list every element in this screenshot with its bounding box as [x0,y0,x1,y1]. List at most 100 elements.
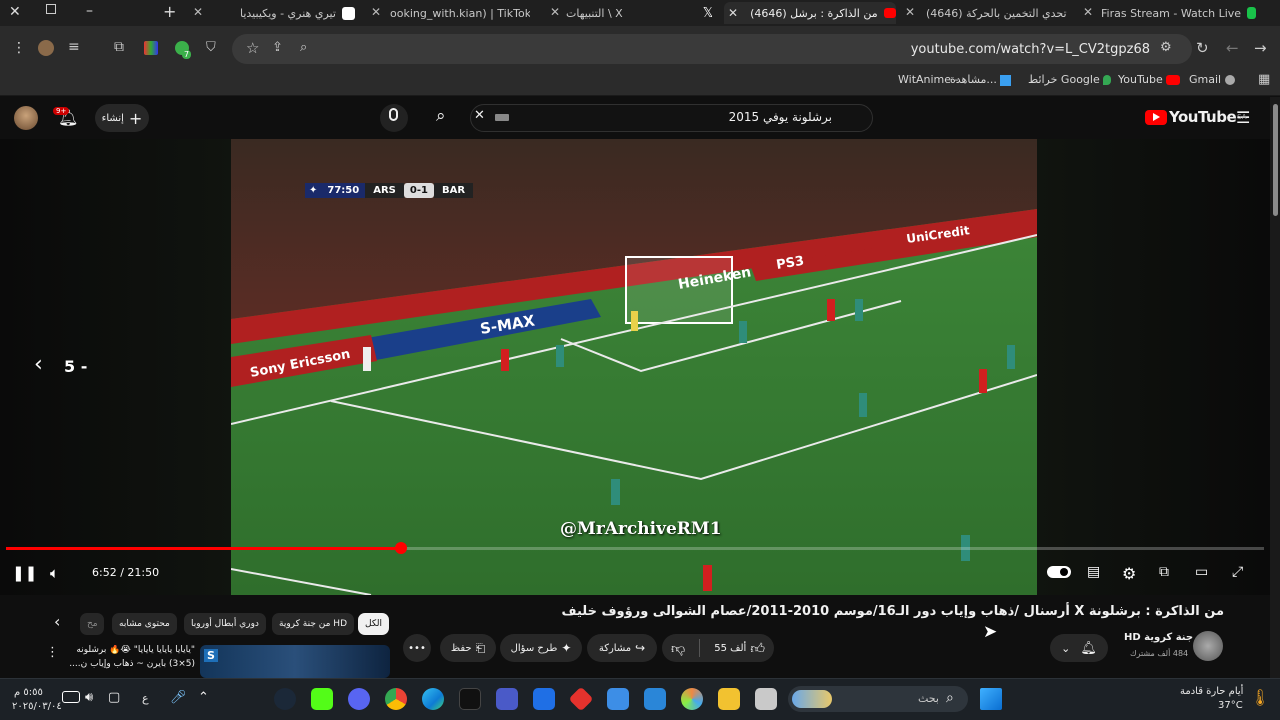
kick-icon[interactable] [311,688,333,710]
bookmark-star-icon[interactable]: ☆ [246,39,259,57]
cast-icon[interactable]: ▭ [1195,564,1208,580]
chip-partial[interactable]: مح [80,613,104,635]
channel-avatar[interactable] [1193,631,1223,661]
progress-scrubber[interactable] [395,542,407,554]
edge-icon[interactable] [422,688,444,710]
create-button[interactable]: إنشاء + [95,104,149,132]
save-button[interactable]: حفظ ⎗ [440,634,496,662]
share-page-icon[interactable]: ⇪ [272,40,283,55]
bookmark-watch[interactable]: مشاهدة... [950,73,1012,86]
bookmark-gmail[interactable]: Gmail [1189,73,1235,86]
tray-overflow-chevron-icon[interactable]: ⌃ [198,690,209,705]
more-actions-button[interactable]: ••• [403,634,431,662]
tab-tiktok[interactable]: ooking_with.kian) | TikTok ♪ [390,2,530,24]
recommendation-thumbnail[interactable]: S [200,645,390,678]
like-icon[interactable]: 👍︎ [750,640,765,657]
seek-back-chevron-icon[interactable]: ‹ [34,352,43,377]
extensions-icon[interactable]: ⧉ [114,39,124,55]
youtube-logo[interactable]: YouTube SA [1145,108,1247,126]
like-count[interactable]: 55 ألف [714,643,746,654]
miniplayer-icon[interactable]: ⧉ [1159,564,1169,580]
chips-prev-chevron-icon[interactable]: ‹ [54,612,60,631]
tray-microphone-icon[interactable]: 🎤︎ [170,690,187,705]
volume-icon[interactable]: 🔈︎ [50,564,59,582]
discord-icon[interactable] [348,688,370,710]
steam-icon[interactable] [274,688,296,710]
url-text[interactable]: youtube.com/watch?v=L_CV2tgpz68 [911,42,1150,57]
minimize-window-icon[interactable]: – [86,3,93,19]
tray-battery-icon[interactable] [62,691,80,703]
tab-firas-stream[interactable]: Firas Stream - Watch Live [1101,2,1256,24]
extension-icon[interactable] [144,41,158,55]
tab-close-icon[interactable]: ✕ [193,5,203,19]
chrome-icon[interactable] [385,688,407,710]
bookmark-witanime[interactable]: WitAnime - [898,73,959,86]
subscribed-bell-button[interactable]: ⌄ 🔔︎ [1050,634,1108,662]
teams-icon[interactable] [496,688,518,710]
fullscreen-icon[interactable]: ⤢ [1232,564,1243,580]
share-button[interactable]: مشاركة ↪ [587,634,657,662]
recommendation-title-line2[interactable]: (5×3) بايرن ~ ذهاب وإياب ن.... [64,659,195,669]
back-icon[interactable]: → [1254,39,1267,57]
windows-start-icon[interactable] [980,688,1002,710]
subtitles-icon[interactable]: ▤ [1087,564,1100,580]
recommendation-title-line1[interactable]: "يايايا يايايا يايايا" 😭🔥 برشلونه [64,645,195,655]
settings-gear-icon[interactable]: ⚙ [1122,564,1136,583]
new-tab-icon[interactable]: + [163,2,176,21]
tab-close-icon[interactable]: ✕ [550,5,560,19]
shield-icon[interactable]: ⛉ [206,40,216,55]
weather-label[interactable]: أيام حارة قادمة [1180,686,1243,697]
media-controls-icon[interactable]: ≡ [68,39,80,55]
chip-all[interactable]: الكل [358,613,390,635]
input-language[interactable]: ع [142,692,149,705]
site-settings-icon[interactable]: ⚙ [1160,40,1172,55]
epic-games-icon[interactable] [459,688,481,710]
tray-volume-icon[interactable]: 🔊︎ [85,690,93,705]
dislike-icon[interactable]: 👎︎ [671,640,685,657]
tab-youtube-active[interactable]: ✕ (4646) من الذاكرة : برشل [724,2,896,24]
tab-close-icon[interactable]: ✕ [1083,5,1093,19]
tab-x-notifications[interactable]: التنبيهات \ X 𝕏 [566,2,712,24]
mouse-cursor-icon: ➤ [983,622,998,642]
tray-display-icon[interactable]: ▢ [108,690,120,705]
weather-thermometer-icon[interactable]: 🌡︎ [1250,688,1270,707]
store-icon[interactable] [644,688,666,710]
mail-icon[interactable] [607,688,629,710]
tab-wikipedia[interactable]: تيري هنري - ويكيبيديا [212,2,358,24]
dropbox-icon[interactable] [533,688,555,710]
file-explorer-icon[interactable] [718,688,740,710]
clock-time[interactable]: ٥:٥٥ م [14,687,43,698]
user-avatar[interactable] [14,106,38,130]
profile-avatar[interactable] [38,40,54,56]
scrollbar-thumb[interactable] [1273,104,1278,216]
keyboard-icon[interactable] [495,114,509,121]
browser-menu-icon[interactable]: ⋮ [12,40,26,56]
bookmark-youtube[interactable]: YouTube [1118,73,1181,86]
search-query-text[interactable]: برشلونة يوفي 2015 [729,110,832,124]
zoom-search-icon[interactable]: ⌕ [300,40,307,55]
recommendation-menu-icon[interactable]: ⋮ [46,645,59,660]
search-icon[interactable]: ⌕ [436,106,446,126]
pause-icon[interactable]: ❚❚ [12,564,37,582]
ask-button[interactable]: طرح سؤال ✦ [500,634,582,662]
reload-icon[interactable]: ↻ [1196,39,1209,57]
video-frame[interactable]: S-MAX Sony Ericsson Heineken PS3 UniCred… [231,139,1037,595]
tab-close-icon[interactable]: ✕ [728,6,738,20]
close-window-icon[interactable]: ✕ [9,4,21,20]
chip-from-channel[interactable]: من جنة كروية HD [272,613,354,635]
tab-close-icon[interactable]: ✕ [905,5,915,19]
chip-related[interactable]: محتوى مشابه [112,613,177,635]
clear-search-icon[interactable]: ✕ [474,108,485,123]
forward-icon[interactable]: ← [1226,39,1239,57]
bookmark-maps[interactable]: خرائط Google [1028,73,1112,86]
tab-close-icon[interactable]: ✕ [371,5,381,19]
copilot-icon[interactable] [681,688,703,710]
progress-bar[interactable] [6,542,1264,554]
restore-window-icon[interactable] [46,4,56,14]
chip-champions-league[interactable]: دوري أبطال أوروبا [184,613,266,635]
tab-youtube-guess[interactable]: (4646) تحدي التخمين بالحركة [926,2,1070,24]
channel-name[interactable]: جنة كروية HD [1124,632,1193,643]
taskbar-app-icon[interactable] [755,688,777,710]
all-bookmarks-icon[interactable]: ▦ [1258,72,1270,87]
clock-date[interactable]: ٢٠٢٥/٠٣/٠٤ [12,701,62,712]
